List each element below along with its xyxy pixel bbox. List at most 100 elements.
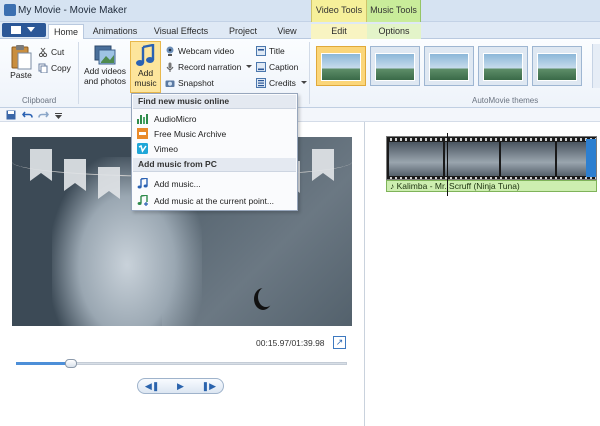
- file-menu-button[interactable]: [2, 23, 46, 37]
- title-button[interactable]: Title: [256, 44, 285, 57]
- automovie-theme-4[interactable]: [478, 46, 528, 86]
- tab-edit[interactable]: Edit: [311, 24, 367, 39]
- tab-options[interactable]: Options: [367, 24, 421, 39]
- caption-icon: [256, 61, 266, 72]
- fullscreen-preview-button[interactable]: ↗: [333, 336, 346, 349]
- chevron-down-icon: [27, 27, 35, 32]
- previous-frame-button[interactable]: ◀❚: [142, 381, 162, 392]
- copy-button[interactable]: Copy: [38, 61, 71, 74]
- cut-label: Cut: [51, 46, 65, 57]
- menu-item-audiomicro[interactable]: AudioMicro: [133, 111, 296, 126]
- find-music-online-header: Find new music online: [133, 95, 296, 109]
- film-photo-icon: [94, 45, 116, 65]
- clipboard-group-label: Clipboard: [22, 96, 57, 105]
- expand-arrow-icon: ↗: [335, 337, 344, 347]
- webcam-label: Webcam video: [178, 45, 235, 56]
- playback-controls: ◀❚ ▶ ❚▶: [137, 378, 224, 394]
- ribbon-separator: [309, 42, 310, 104]
- film-frame: [445, 142, 499, 176]
- window-title: My Movie - Movie Maker: [18, 5, 127, 16]
- scissors-icon: [38, 47, 48, 57]
- play-button[interactable]: ▶: [170, 381, 190, 392]
- vimeo-icon: [137, 143, 148, 154]
- movie-maker-app-icon: [4, 4, 16, 16]
- music-note-icon: ♪: [390, 181, 397, 191]
- add-music-dropdown-menu: Find new music online AudioMicro Free Mu…: [131, 93, 298, 211]
- quick-access-toolbar: [0, 108, 600, 122]
- menu-item-label: AudioMicro: [154, 113, 197, 124]
- add-videos-label: Add videos and photos: [83, 66, 127, 86]
- video-clip-filmstrip[interactable]: [386, 136, 597, 180]
- clip-end-marker: [586, 139, 596, 177]
- film-frame: [389, 142, 443, 176]
- copy-label: Copy: [51, 62, 71, 73]
- ribbon-separator: [78, 42, 79, 104]
- theme-thumbnail: [429, 53, 469, 81]
- timeline-playhead[interactable]: [447, 133, 448, 196]
- tab-home[interactable]: Home: [48, 24, 84, 39]
- webcam-icon: [166, 46, 174, 56]
- paste-icon: [11, 45, 32, 70]
- redo-icon[interactable]: [38, 110, 49, 120]
- menu-item-label: Add music at the current point...: [154, 195, 275, 206]
- add-music-button[interactable]: Add music: [130, 41, 161, 93]
- menu-item-add-music[interactable]: Add music...: [133, 176, 296, 191]
- seek-bar-progress: [16, 362, 71, 365]
- audiomicro-icon: [137, 114, 148, 124]
- tab-animations[interactable]: Animations: [88, 24, 142, 39]
- menu-item-label: Vimeo: [154, 143, 178, 154]
- music-track-label: Kalimba - Mr. Scruff (Ninja Tuna): [396, 181, 520, 191]
- camera-icon: [165, 80, 175, 87]
- record-narration-label: Record narration: [178, 61, 242, 72]
- automovie-theme-1[interactable]: [316, 46, 366, 86]
- film-sprockets: [387, 138, 596, 141]
- film-frame: [501, 142, 555, 176]
- tab-visual-effects[interactable]: Visual Effects: [146, 24, 216, 39]
- preview-moon-shape: [258, 287, 274, 307]
- video-tools-context-header: Video Tools: [311, 0, 367, 22]
- music-tools-context-header: Music Tools: [367, 0, 421, 22]
- automovie-theme-3[interactable]: [424, 46, 474, 86]
- customize-toolbar-icon[interactable]: [55, 113, 62, 119]
- credits-icon: [256, 77, 266, 88]
- theme-thumbnail: [321, 53, 361, 81]
- microphone-icon: [166, 62, 174, 72]
- menu-item-vimeo[interactable]: Vimeo: [133, 141, 296, 156]
- menu-item-free-music-archive[interactable]: Free Music Archive: [133, 126, 296, 141]
- menu-item-label: Free Music Archive: [154, 128, 227, 139]
- pane-splitter[interactable]: [364, 122, 365, 426]
- theme-thumbnail: [483, 53, 523, 81]
- seek-bar-thumb[interactable]: [65, 359, 77, 368]
- paste-button[interactable]: Paste: [8, 44, 34, 94]
- music-track-bar[interactable]: ♪ Kalimba - Mr. Scruff (Ninja Tuna): [386, 180, 597, 192]
- theme-thumbnail: [537, 53, 577, 81]
- webcam-video-button[interactable]: Webcam video: [165, 44, 234, 57]
- credits-label: Credits: [269, 77, 296, 88]
- chevron-down-icon: [246, 65, 253, 68]
- record-narration-button[interactable]: Record narration: [165, 60, 253, 73]
- file-menu-icon: [11, 26, 21, 34]
- credits-button[interactable]: Credits: [256, 76, 307, 89]
- menu-item-add-music-at-current-point[interactable]: Add music at the current point...: [133, 193, 296, 208]
- automovie-theme-5[interactable]: [532, 46, 582, 86]
- music-note-plus-icon: [137, 195, 148, 206]
- cut-button[interactable]: Cut: [38, 45, 64, 58]
- add-videos-and-photos-button[interactable]: Add videos and photos: [82, 44, 128, 92]
- save-icon[interactable]: [6, 110, 16, 120]
- playback-time: 00:15.97/01:39.98: [256, 338, 325, 348]
- snapshot-button[interactable]: Snapshot: [165, 76, 214, 89]
- add-music-label: Add music: [134, 68, 157, 88]
- snapshot-label: Snapshot: [178, 77, 214, 88]
- caption-button[interactable]: Caption: [256, 60, 298, 73]
- themes-scroll-button[interactable]: [592, 44, 600, 88]
- automovie-themes-group-label: AutoMovie themes: [472, 96, 539, 105]
- chevron-down-icon: [300, 81, 307, 84]
- automovie-theme-2[interactable]: [370, 46, 420, 86]
- tab-project[interactable]: Project: [222, 24, 264, 39]
- title-label: Title: [269, 45, 285, 56]
- undo-icon[interactable]: [22, 110, 33, 120]
- next-frame-button[interactable]: ❚▶: [199, 381, 219, 392]
- music-note-icon: [137, 178, 148, 189]
- free-music-archive-icon: [137, 128, 148, 139]
- tab-view[interactable]: View: [270, 24, 304, 39]
